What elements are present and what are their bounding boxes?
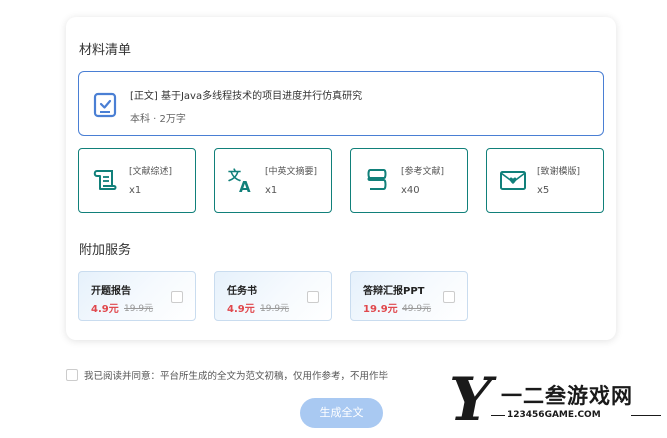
watermark-sub-text: 123456GAME.COM (507, 410, 601, 420)
service-checkbox[interactable] (171, 291, 183, 303)
service-original-price: 19.9元 (124, 304, 154, 314)
service-item-defense-ppt[interactable]: 答辩汇报PPT 19.9元 49.9元 (350, 271, 468, 321)
watermark-rule-left (491, 415, 505, 416)
main-document-title: [正文] 基于Java多线程技术的项目进度并行仿真研究 (130, 91, 363, 102)
watermark-main-text: 一二叁游戏网 (501, 384, 633, 408)
book-stack-icon (367, 169, 387, 190)
material-count: x1 (129, 185, 142, 196)
heart-envelope-icon (500, 171, 526, 190)
material-label: [参考文献] (401, 167, 445, 177)
agreement-text: 我已阅读并同意：平台所生成的全文为范文初稿，仅用作参考，不用作毕 (84, 371, 389, 382)
translate-icon: 文 A (228, 168, 251, 194)
material-item-references[interactable]: [参考文献] x40 (350, 148, 468, 213)
watermark-rule-right (631, 415, 661, 416)
service-name: 开题报告 (91, 286, 131, 297)
main-document-subtitle: 本科 · 2万字 (130, 114, 186, 125)
material-count: x1 (265, 185, 278, 196)
service-price: 4.9元 (91, 304, 119, 315)
service-checkbox[interactable] (443, 291, 455, 303)
agreement-checkbox[interactable] (66, 369, 78, 381)
service-name: 答辩汇报PPT (363, 286, 425, 297)
material-label: [中英文摘要] (265, 167, 318, 177)
service-item-task-book[interactable]: 任务书 4.9元 19.9元 (214, 271, 332, 321)
materials-card: 材料清单 [正文] 基于Java多线程技术的项目进度并行仿真研究 本科 · 2万… (66, 17, 616, 340)
service-name: 任务书 (227, 286, 257, 297)
service-price: 19.9元 (363, 304, 398, 315)
service-original-price: 19.9元 (260, 304, 290, 314)
service-item-proposal[interactable]: 开题报告 4.9元 19.9元 (78, 271, 196, 321)
materials-section-title: 材料清单 (79, 43, 132, 58)
services-section-title: 附加服务 (79, 243, 132, 258)
material-item-abstract[interactable]: 文 A [中英文摘要] x1 (214, 148, 332, 213)
svg-text:A: A (239, 178, 251, 194)
material-label: [文献综述] (129, 167, 173, 177)
scroll-icon (93, 170, 117, 190)
material-label: [致谢模版] (537, 167, 581, 177)
checked-document-icon (93, 92, 117, 118)
service-checkbox[interactable] (307, 291, 319, 303)
main-document-item[interactable]: [正文] 基于Java多线程技术的项目进度并行仿真研究 本科 · 2万字 (78, 71, 604, 136)
generate-fulltext-button[interactable]: 生成全文 (300, 398, 383, 428)
watermark-logo: Y 一二叁游戏网 123456GAME.COM (445, 364, 667, 438)
watermark-letter: Y (449, 365, 492, 435)
material-item-acknowledgement[interactable]: [致谢模版] x5 (486, 148, 604, 213)
material-count: x40 (401, 185, 420, 196)
service-original-price: 49.9元 (402, 304, 432, 314)
material-count: x5 (537, 185, 550, 196)
service-price: 4.9元 (227, 304, 255, 315)
material-item-literature-review[interactable]: [文献综述] x1 (78, 148, 196, 213)
